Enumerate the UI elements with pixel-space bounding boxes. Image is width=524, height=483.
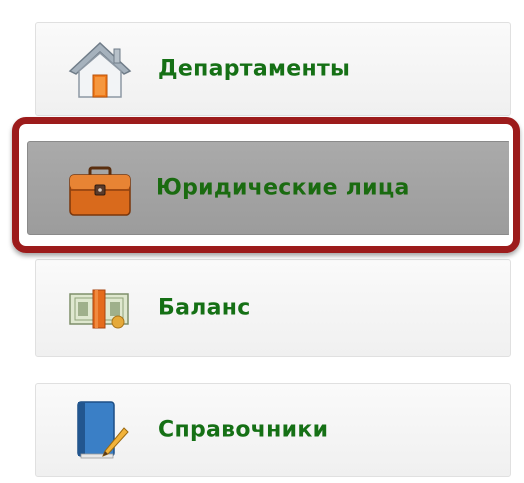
menu-item-departments[interactable]: Департаменты [35, 22, 511, 116]
money-stack-icon [69, 289, 129, 329]
menu-item-label: Департаменты [158, 56, 351, 82]
briefcase-icon [69, 166, 131, 216]
book-pen-icon [77, 401, 129, 459]
menu-item-references[interactable]: Справочники [35, 383, 511, 477]
menu-item-legal-entities[interactable]: Юридические лица [27, 141, 511, 235]
menu-item-label: Баланс [158, 295, 251, 321]
menu-item-balance[interactable]: Баланс [35, 259, 511, 357]
sidebar-menu: Департаменты Юридические лица Баланс Спр… [0, 0, 524, 483]
house-icon [68, 41, 132, 98]
menu-item-label: Справочники [158, 417, 329, 443]
menu-item-label: Юридические лица [156, 175, 410, 201]
